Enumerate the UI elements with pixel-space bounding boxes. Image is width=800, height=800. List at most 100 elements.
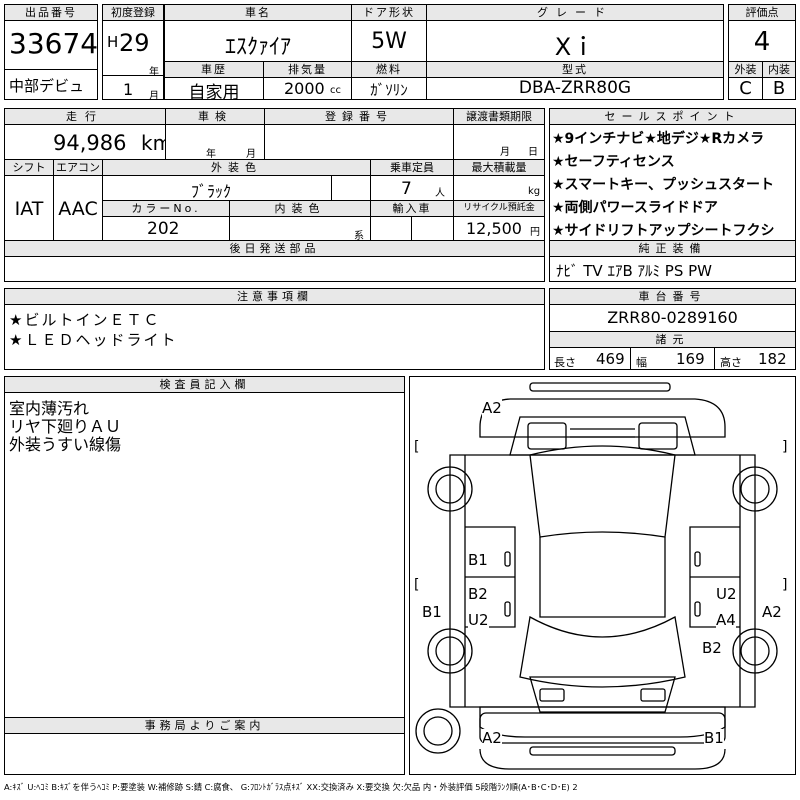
inspection-box: 車検 年 月 [165,108,265,160]
grade-value: Xｉ [554,33,596,61]
displacement-value: 2000 [284,79,325,98]
mark-a4: A4 [716,611,736,629]
aircon-value: AAC [58,198,98,220]
shift-label: シフト [5,160,53,176]
office-label: 事務局よりご案内 [5,718,404,734]
equipment-label: 純正装備 [550,241,795,257]
sales-points-box: セールスポイント ★9インチナビ★地デジ★Rカメラ ★セーフティセンス ★スマー… [549,108,796,241]
mark-a2-side: A2 [762,603,782,621]
width-value: 169 [676,350,705,368]
aircon-label: エアコン [54,160,102,176]
mark-b2-front: B2 [468,585,488,603]
mark-a2-top: A2 [482,399,502,417]
car-diagram-box: [ ] [ ] A2 B1 B2 U2 B1 U2 A4 A2 B2 A2 B1 [409,376,796,775]
sales-point-3: ★スマートキー、プッシュスタート [552,177,774,193]
max-load-unit: kg [528,186,541,197]
transfer-box: 譲渡書類期限 月 日 [453,108,545,160]
history-value: 自家用 [188,83,240,103]
fuel-box: 燃料 ｶﾞｿﾘﾝ [351,61,427,100]
first-reg-month: 1 [123,80,134,99]
mileage-label: 走行 [5,109,165,125]
sales-point-1: ★9インチナビ★地デジ★Rカメラ [552,131,765,147]
note-2: ★ＬＥＤヘッドライト [9,331,178,349]
displacement-unit: cc [330,85,341,96]
inspection-year-unit: 年 [206,149,216,160]
displacement-box: 排気量 2000 cc [263,61,352,100]
lot-label: 出品番号 [5,5,97,21]
capacity-value: 7 [401,179,412,199]
import-box: 輸入車 [370,200,454,241]
first-reg-era: H [107,33,119,51]
score-box: 評価点 4 [728,4,796,62]
mark-u2-left: U2 [468,611,489,629]
inspection-month-unit: 月 [246,149,256,160]
later-label: 後日発送部品 [5,241,544,257]
capacity-label: 乗車定員 [371,160,453,176]
color-no-box: カラーNo. 202 [102,200,230,241]
note-1: ★ビルトインＥＴＣ [9,311,161,329]
door-box: ドア形状 5W [351,4,427,62]
exterior-value: C [739,78,752,99]
debut-label: 中部デビュ [9,77,85,95]
grade-box: グレード Xｉ [426,4,724,62]
interior-label: 内装 [763,62,795,78]
recycle-label: リサイクル預託金 [454,201,544,217]
legend-text: A:ｷｽﾞ U:ﾍｺﾐ B:ｷｽﾞを伴うﾍｺﾐ P:要塗装 W:補修跡 S:錆 … [4,782,578,792]
equipment-box: 純正装備 ﾅﾋﾞ TV ｴｱB ｱﾙﾐ PS PW [549,240,796,282]
sales-points-label: セールスポイント [550,109,795,125]
color-no-value: 202 [147,219,180,239]
mileage-value: 94,986 [53,131,127,155]
mark-a2-bottom: A2 [482,729,502,747]
import-label: 輸入車 [371,201,453,217]
bracket-right-top: ] [782,439,788,455]
first-reg-box: 初度登録 H 29 年 1 月 [102,4,164,102]
length-value: 469 [596,350,625,368]
fuel-value: ｶﾞｿﾘﾝ [370,81,408,99]
ext-color-label: 外装色 [103,160,370,176]
dims-box: 諸元 長さ 469 幅 169 高さ 182 [549,331,796,370]
chassis-box: 車台番号 ZRR80-0289160 [549,288,796,332]
interior-value: B [772,78,786,99]
office-box: 事務局よりご案内 [4,717,405,775]
ext-color-value: ﾌﾞﾗｯｸ [191,182,232,201]
inspector-line-3: 外装うすい線傷 [9,435,122,454]
mark-u2-right: U2 [716,585,737,603]
bracket-right-side: ] [782,577,788,593]
int-color-box: 内装色 系 [229,200,371,242]
recycle-value: 12,500 [466,219,522,238]
lot-box: 出品番号 33674 中部デビュ [4,4,98,100]
sales-point-4: ★両側パワースライドドア [552,200,718,216]
color-no-label: カラーNo. [103,201,229,217]
lot-number: 33674 [9,27,99,60]
inspector-label: 検査員記入欄 [5,377,404,393]
transfer-month-unit: 月 [500,147,510,158]
shift-value: IAT [14,198,44,220]
model-value: DBA-ZRR80G [518,78,632,98]
inspection-label: 車検 [166,109,264,125]
notes-label: 注意事項欄 [5,289,544,305]
width-label: 幅 [636,356,647,369]
mark-b1-side: B1 [422,603,442,621]
mark-b1-bottom: B1 [704,729,724,747]
model-label: 型式 [427,62,723,78]
shift-box: シフト IAT [4,159,54,241]
capacity-box: 乗車定員 7 人 [370,159,454,201]
score-value: 4 [753,27,771,57]
mark-b2-rear: B2 [702,639,722,657]
transfer-day-unit: 日 [528,147,538,158]
model-box: 型式 DBA-ZRR80G [426,61,724,100]
aircon-box: エアコン AAC [53,159,103,241]
max-load-label: 最大積載量 [454,160,544,176]
chassis-value: ZRR80-0289160 [607,308,738,327]
grade-label: グレード [427,5,723,21]
dims-label: 諸元 [550,332,795,348]
car-diagram [415,382,778,770]
equipment-value: ﾅﾋﾞ TV ｴｱB ｱﾙﾐ PS PW [556,262,712,280]
door-value: 5W [371,29,407,54]
first-reg-label: 初度登録 [103,5,163,21]
inspector-box: 検査員記入欄 室内薄汚れ リヤ下廻りＡＵ 外装うすい線傷 [4,376,405,718]
sales-point-5: ★サイドリフトアップシートフクシ [552,223,775,239]
sales-point-2: ★セーフティセンス [552,154,675,170]
later-box: 後日発送部品 [4,240,545,282]
ext-color-box: 外装色 ﾌﾞﾗｯｸ [102,159,371,201]
